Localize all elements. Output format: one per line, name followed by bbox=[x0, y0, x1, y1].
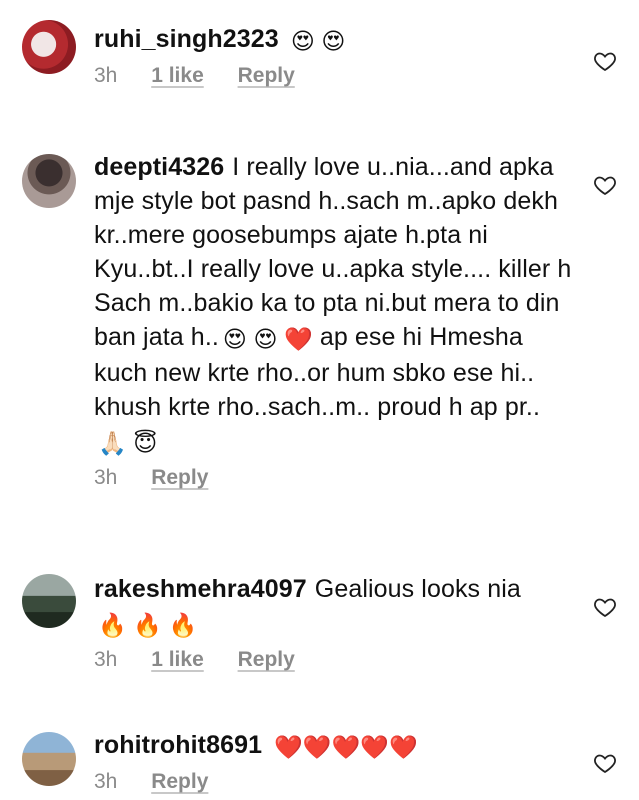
reply-button[interactable]: Reply bbox=[151, 466, 208, 490]
comment-time: 3h bbox=[94, 64, 118, 87]
heart-outline-icon[interactable] bbox=[593, 595, 617, 619]
comment-meta: 3h Reply bbox=[94, 770, 575, 794]
avatar[interactable] bbox=[22, 20, 76, 74]
reply-button[interactable]: Reply bbox=[238, 648, 295, 672]
comment-username[interactable]: deepti4326 bbox=[94, 153, 224, 181]
comment-emoji: 😍 😍 bbox=[290, 28, 346, 54]
heart-outline-icon[interactable] bbox=[593, 49, 617, 73]
avatar[interactable] bbox=[22, 732, 76, 786]
heart-outline-icon[interactable] bbox=[593, 173, 617, 197]
avatar[interactable] bbox=[22, 574, 76, 628]
reply-button[interactable]: Reply bbox=[238, 64, 295, 88]
comment-emoji: 🔥 🔥 🔥 bbox=[98, 612, 198, 638]
comment-likes-link[interactable]: 1 like bbox=[151, 648, 204, 672]
avatar[interactable] bbox=[22, 154, 76, 208]
comment-time: 3h bbox=[94, 466, 118, 489]
comment-text: Gealious looks nia bbox=[314, 575, 521, 603]
comment-meta: 3h 1 like Reply bbox=[94, 64, 575, 88]
reply-button[interactable]: Reply bbox=[151, 770, 208, 794]
comment-emoji: 🙏🏻 😇 bbox=[98, 430, 158, 456]
comment-emoji: 😍 😍 ❤️ bbox=[222, 326, 313, 352]
comment-time: 3h bbox=[94, 770, 118, 793]
comment-username[interactable]: rakeshmehra4097 bbox=[94, 575, 307, 603]
comment-meta: 3h 1 like Reply bbox=[94, 648, 575, 672]
comment-likes-link[interactable]: 1 like bbox=[151, 64, 204, 88]
comment-username[interactable]: ruhi_singh2323 bbox=[94, 25, 279, 53]
heart-outline-icon[interactable] bbox=[593, 751, 617, 775]
comment-meta: 3h Reply bbox=[94, 466, 575, 490]
comment-time: 3h bbox=[94, 648, 118, 671]
comment-text: I really love u..nia...and apka mje styl… bbox=[94, 153, 572, 351]
comment-emoji: ❤️❤️❤️❤️❤️ bbox=[274, 734, 418, 760]
comment-username[interactable]: rohitrohit8691 bbox=[94, 731, 262, 759]
